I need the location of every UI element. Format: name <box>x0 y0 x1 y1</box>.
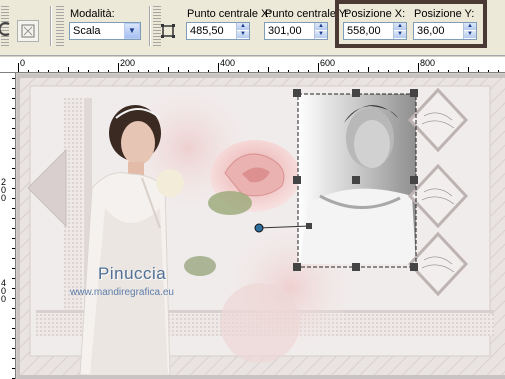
toolbar-grip[interactable] <box>56 6 64 48</box>
watermark-name: Pinuccia <box>98 264 167 283</box>
ruler-label: 800 <box>420 58 436 68</box>
position-highlight-frame <box>335 0 487 48</box>
horizontal-ruler[interactable]: 0 200 400 600 800 <box>0 57 505 73</box>
mode-select[interactable]: Scala ▼ <box>69 22 141 40</box>
center-y-spinner[interactable]: ▲ ▼ <box>314 23 327 39</box>
center-x-spinner[interactable]: ▲ ▼ <box>236 23 249 39</box>
watermark-url: www.mandiregrafica.eu <box>70 287 174 298</box>
canvas-artwork <box>20 78 505 375</box>
ruler-label: 600 <box>320 58 336 68</box>
ruler-label: 0 <box>20 58 26 68</box>
vertical-ruler[interactable]: 2 0 0 4 0 0 <box>0 73 16 379</box>
center-x-value: 485,50 <box>190 25 224 37</box>
mode-value: Scala <box>73 25 101 37</box>
ruler-label: 200 <box>120 58 136 68</box>
vertical-ruler-ticks <box>12 78 15 379</box>
center-y-value: 301,00 <box>268 25 302 37</box>
tool-options-bar: Modalità: Scala ▼ Punto centrale X: 485,… <box>0 0 505 56</box>
ruler-label: 0 <box>1 294 7 304</box>
ruler-label: 0 <box>1 193 7 203</box>
chevron-down-icon[interactable]: ▼ <box>124 23 140 39</box>
mode-label: Modalità: <box>70 8 115 20</box>
ruler-label: 400 <box>220 58 236 68</box>
center-x-label: Punto centrale X: <box>187 8 272 20</box>
pick-center-icon[interactable] <box>159 22 177 40</box>
image-canvas[interactable]: Pinuccia www.mandiregrafica.eu <box>20 78 505 375</box>
toolbar-separator <box>149 6 151 46</box>
toolbar-separator <box>50 6 52 46</box>
rotate-icon[interactable] <box>0 20 10 38</box>
reset-transform-icon[interactable] <box>17 20 39 42</box>
center-x-input[interactable]: 485,50 ▲ ▼ <box>186 22 250 40</box>
diamond-frames <box>407 87 469 297</box>
center-y-input[interactable]: 301,00 ▲ ▼ <box>264 22 328 40</box>
